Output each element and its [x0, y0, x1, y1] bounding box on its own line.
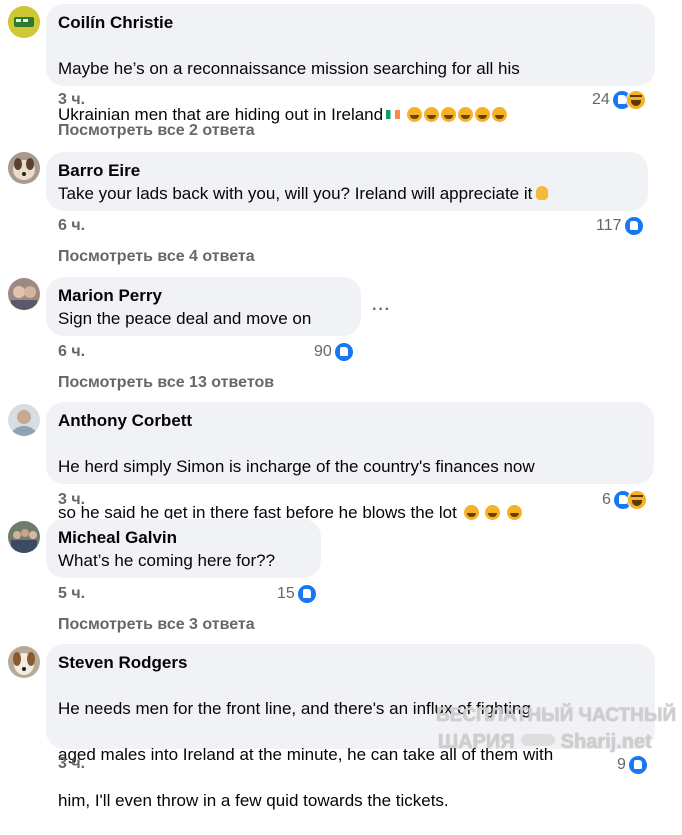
- reaction-count[interactable]: 90: [314, 342, 354, 362]
- comment-time[interactable]: 5 ч.: [58, 585, 85, 603]
- comment-time[interactable]: 3 ч.: [58, 91, 85, 109]
- ireland-flag-icon: [386, 110, 401, 119]
- comment-time[interactable]: 3 ч.: [58, 491, 85, 509]
- comment-text: Sign the peace deal and move on: [58, 309, 312, 328]
- comment-author[interactable]: Coilín Christie: [58, 12, 643, 34]
- pointing-hand-icon: [520, 734, 555, 746]
- reaction-count-number: 24: [592, 91, 610, 108]
- avatar[interactable]: [8, 278, 40, 310]
- clap-emoji-icon: [536, 186, 549, 200]
- comment-line: He herd simply Simon is incharge of the …: [58, 457, 535, 476]
- comment-text: What’s he coming here for??: [58, 551, 276, 570]
- view-replies-link[interactable]: Посмотреть все 13 ответов: [58, 374, 274, 392]
- laugh-emoji-icon: [457, 107, 473, 122]
- comment-author[interactable]: Anthony Corbett: [58, 410, 642, 432]
- comment-line: him, I'll even throw in a few quid towar…: [58, 791, 449, 810]
- view-replies-link[interactable]: Посмотреть все 3 ответа: [58, 616, 255, 634]
- reaction-count-number: 90: [314, 343, 332, 360]
- avatar[interactable]: [8, 152, 40, 184]
- comment-line: Maybe he’s on a reconnaissance mission s…: [58, 59, 520, 78]
- haha-icon: [625, 90, 646, 110]
- like-icon: [333, 342, 354, 362]
- like-icon: [623, 216, 644, 236]
- avatar[interactable]: [8, 404, 40, 436]
- grin-emoji-icon: [406, 107, 422, 122]
- avatar[interactable]: [8, 6, 40, 38]
- reaction-count[interactable]: 15: [277, 584, 317, 604]
- comment-time[interactable]: 6 ч.: [58, 217, 85, 235]
- bus-avatar-icon: [8, 6, 40, 38]
- watermark: БЕСПЛАТНЫЙ ЧАСТНЫЙ ШАРИЯ Sharij.net: [430, 700, 676, 760]
- avatar[interactable]: [8, 521, 40, 553]
- person-avatar-icon: [8, 278, 40, 310]
- comment-author[interactable]: Steven Rodgers: [58, 652, 643, 674]
- more-options-button[interactable]: ···: [372, 301, 391, 319]
- watermark-line: ШАРИЯ Sharij.net: [438, 730, 652, 754]
- grin-emoji-icon: [423, 107, 439, 122]
- reaction-count-number: 15: [277, 585, 295, 602]
- comment-author[interactable]: Barro Eire: [58, 160, 636, 182]
- view-replies-link[interactable]: Посмотреть все 4 ответа: [58, 248, 255, 266]
- person-avatar-icon: [8, 404, 40, 436]
- laugh-emoji-icon: [463, 505, 479, 520]
- reaction-count-number: 117: [596, 217, 622, 234]
- rofl-emoji-icon: [491, 107, 507, 122]
- comment-time[interactable]: 3 ч.: [58, 755, 85, 773]
- reaction-count[interactable]: 6: [602, 490, 647, 510]
- watermark-text: ШАРИЯ: [438, 731, 515, 753]
- comment-line: Take your lads back with you, will you? …: [58, 184, 533, 203]
- haha-icon: [626, 490, 647, 510]
- watermark-line: БЕСПЛАТНЫЙ ЧАСТНЫЙ: [436, 705, 677, 726]
- view-replies-link[interactable]: Посмотреть все 2 ответа: [58, 122, 255, 140]
- comment-author[interactable]: Marion Perry: [58, 285, 349, 307]
- avatar[interactable]: [8, 646, 40, 678]
- comment-text: Take your lads back with you, will you? …: [58, 182, 636, 205]
- reaction-count[interactable]: 117: [596, 216, 644, 236]
- laugh-emoji-icon: [507, 505, 523, 520]
- comment-time[interactable]: 6 ч.: [58, 343, 85, 361]
- dog-avatar-icon: [8, 646, 40, 678]
- comment-author[interactable]: Micheal Galvin: [58, 527, 309, 549]
- laugh-emoji-icon: [440, 107, 456, 122]
- group-avatar-icon: [8, 521, 40, 553]
- like-icon: [296, 584, 317, 604]
- rofl-emoji-icon: [485, 505, 501, 520]
- dog-avatar-icon: [8, 152, 40, 184]
- reaction-count[interactable]: 24: [592, 90, 646, 110]
- laugh-emoji-icon: [474, 107, 490, 122]
- reaction-count-number: 6: [602, 491, 611, 508]
- watermark-text: Sharij.net: [560, 731, 652, 753]
